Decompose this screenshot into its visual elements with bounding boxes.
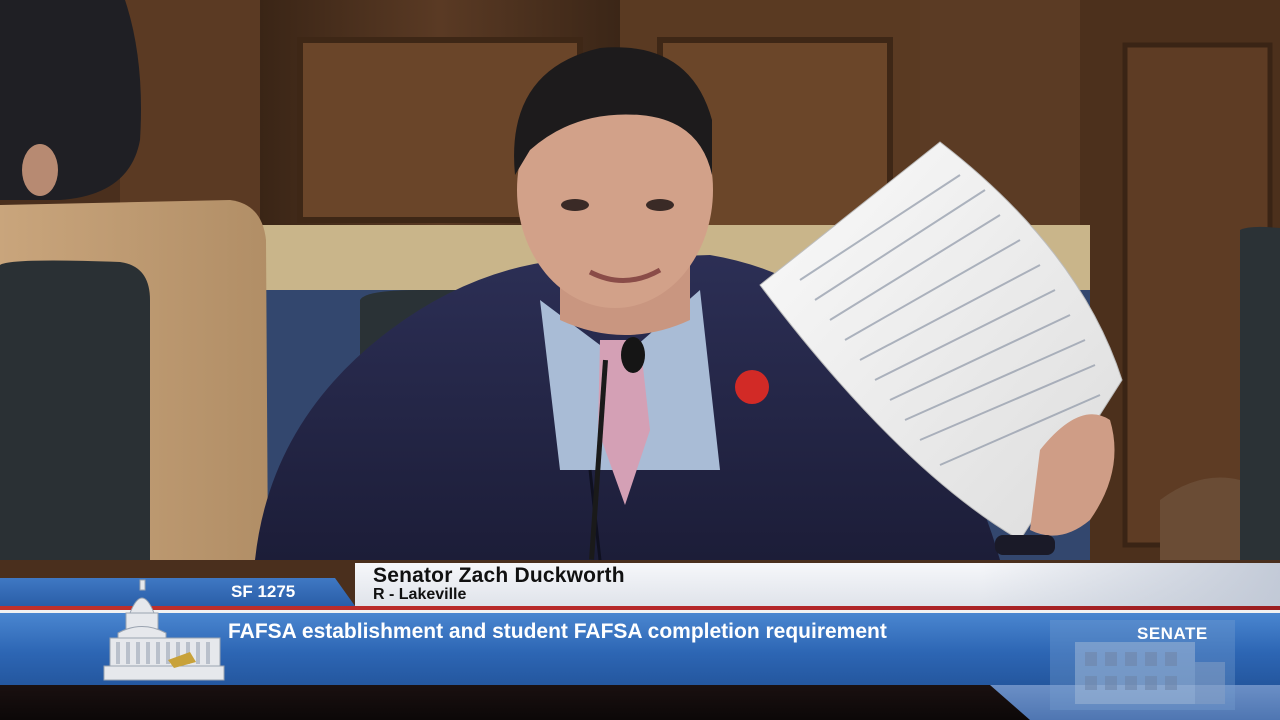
hearing-video-frame — [0, 0, 1280, 720]
